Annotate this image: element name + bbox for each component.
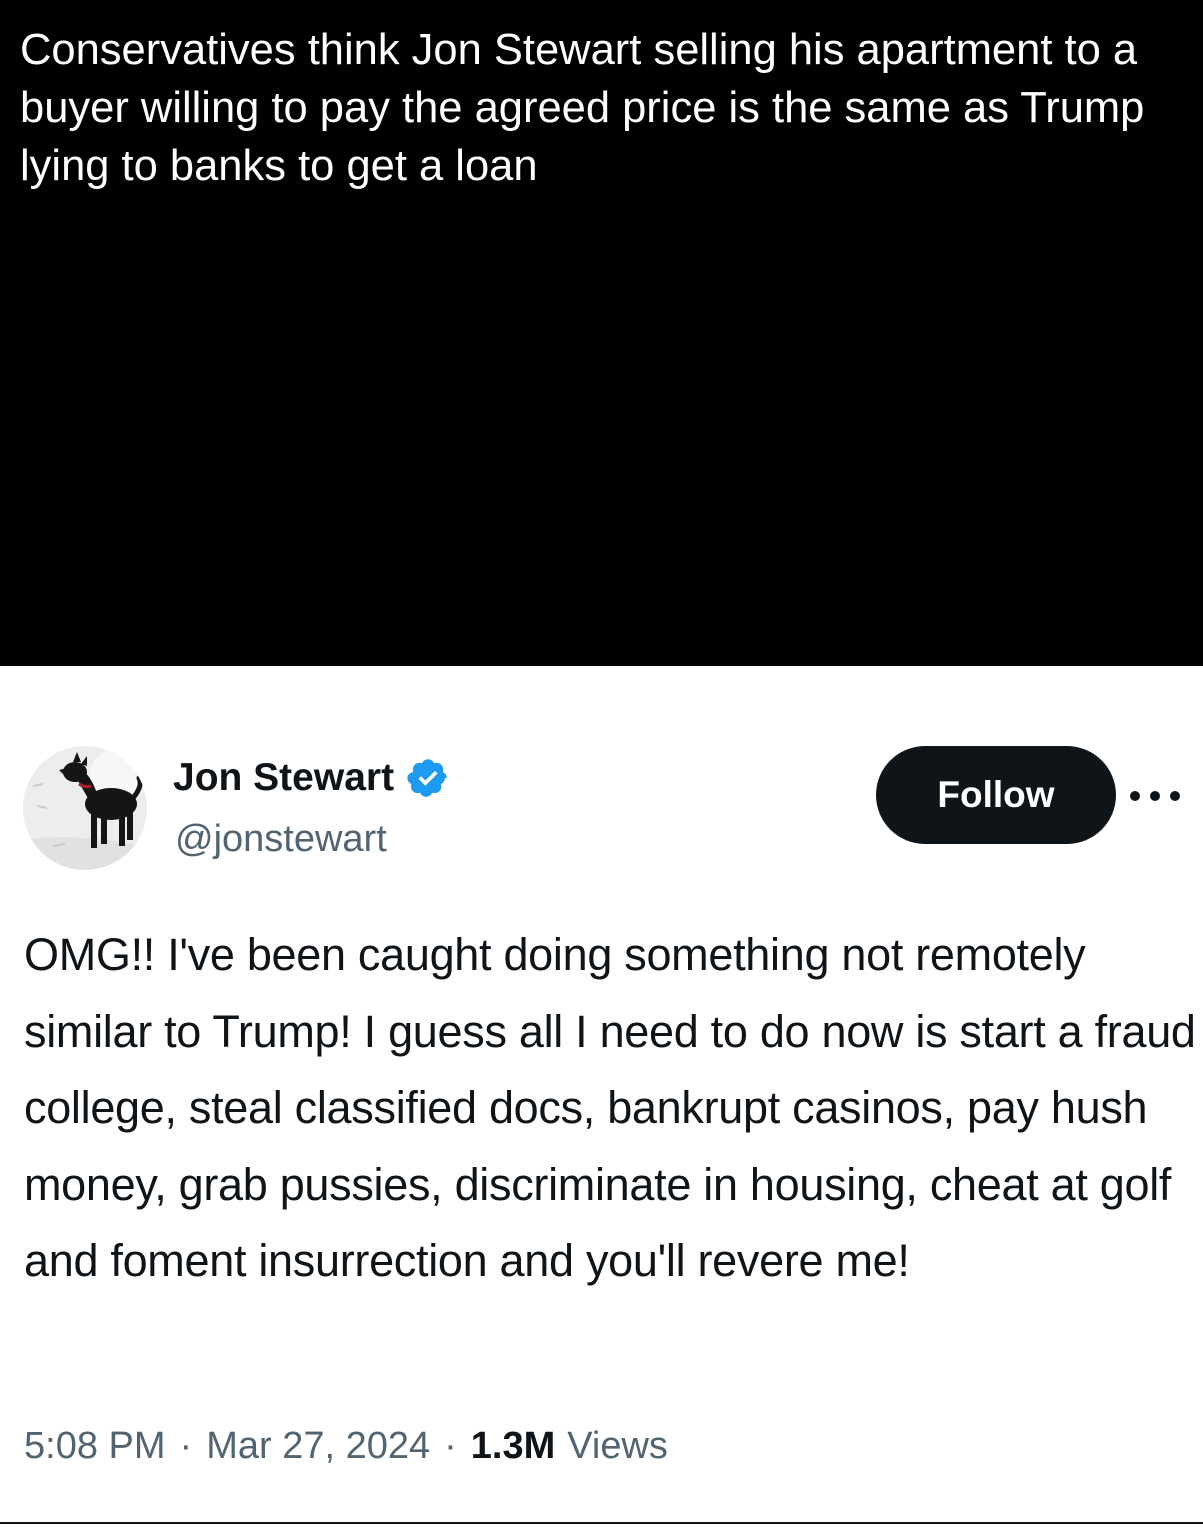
- tweet-date[interactable]: Mar 27, 2024: [206, 1425, 430, 1468]
- author-name-row: Jon Stewart: [173, 754, 450, 802]
- screenshot-page: Conservatives think Jon Stewart selling …: [0, 0, 1203, 1527]
- meta-separator: ·: [444, 1424, 457, 1467]
- verified-badge-icon: [406, 756, 450, 800]
- views-label: Views: [567, 1424, 668, 1467]
- tweet-card: Jon Stewart @jonstewart Follow OMG!! I'v…: [0, 666, 1203, 1527]
- meta-separator: ·: [179, 1424, 193, 1467]
- display-name[interactable]: Jon Stewart: [173, 754, 394, 802]
- caption-text: Conservatives think Jon Stewart selling …: [20, 26, 1145, 190]
- views-count: 1.3M: [470, 1424, 556, 1467]
- tweet-meta: 5:08 PM · Mar 27, 2024 · 1.3M Views: [24, 1416, 668, 1476]
- tweet-text: OMG!! I've been caught doing something n…: [24, 929, 1196, 1286]
- more-options-icon[interactable]: [1120, 774, 1190, 818]
- tweet-time[interactable]: 5:08 PM: [24, 1425, 166, 1468]
- avatar[interactable]: [23, 746, 147, 870]
- dog-in-snow-avatar: [23, 746, 147, 870]
- caption-banner: Conservatives think Jon Stewart selling …: [0, 0, 1203, 666]
- follow-button[interactable]: Follow: [876, 746, 1116, 844]
- author-handle[interactable]: @jonstewart: [175, 816, 387, 862]
- divider: [0, 1522, 1203, 1524]
